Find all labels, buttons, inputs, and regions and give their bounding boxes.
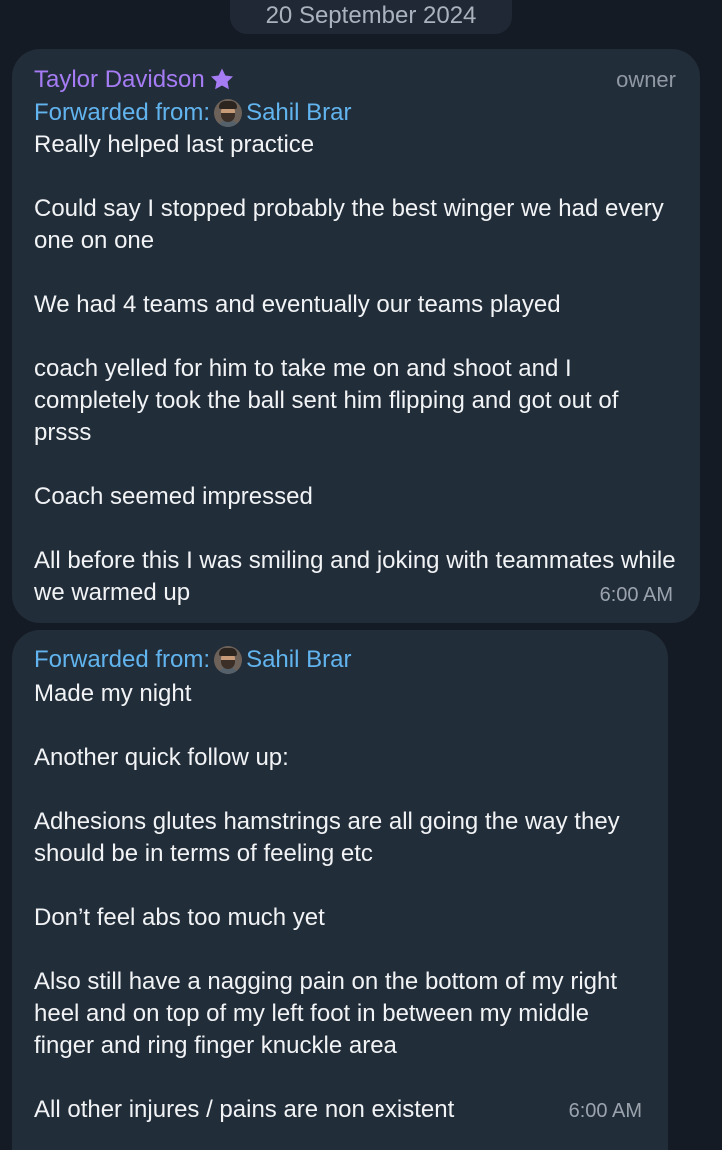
avatar[interactable] (214, 99, 243, 127)
message-text: Made my night Another quick follow up: A… (34, 680, 620, 1123)
forwarded-from-name[interactable]: Sahil Brar (246, 646, 351, 674)
forwarded-header[interactable]: Forwarded from: Sahil Brar (34, 97, 678, 129)
avatar[interactable] (214, 646, 243, 674)
role-badge: owner (616, 67, 676, 92)
message-bubble[interactable]: Forwarded from: Sahil Brar Made my night… (12, 630, 668, 1150)
sender-name[interactable]: Taylor Davidson (34, 66, 205, 94)
message-time: 6:00 AM (568, 1100, 642, 1122)
date-separator: 20 September 2024 (230, 0, 512, 34)
message-bubble[interactable]: Taylor Davidson owner Forwarded from: Sa… (12, 49, 700, 623)
message-header: Taylor Davidson owner (34, 63, 678, 97)
forwarded-from-name[interactable]: Sahil Brar (246, 99, 351, 127)
forwarded-label: Forwarded from: (34, 99, 211, 126)
message-text: Really helped last practice Could say I … (34, 131, 676, 606)
sender[interactable]: Taylor Davidson (34, 65, 237, 95)
forwarded-header[interactable]: Forwarded from: Sahil Brar (34, 644, 646, 676)
forwarded-label: Forwarded from: (34, 646, 211, 673)
star-icon (210, 68, 233, 90)
message-time: 6:00 AM (599, 584, 673, 606)
